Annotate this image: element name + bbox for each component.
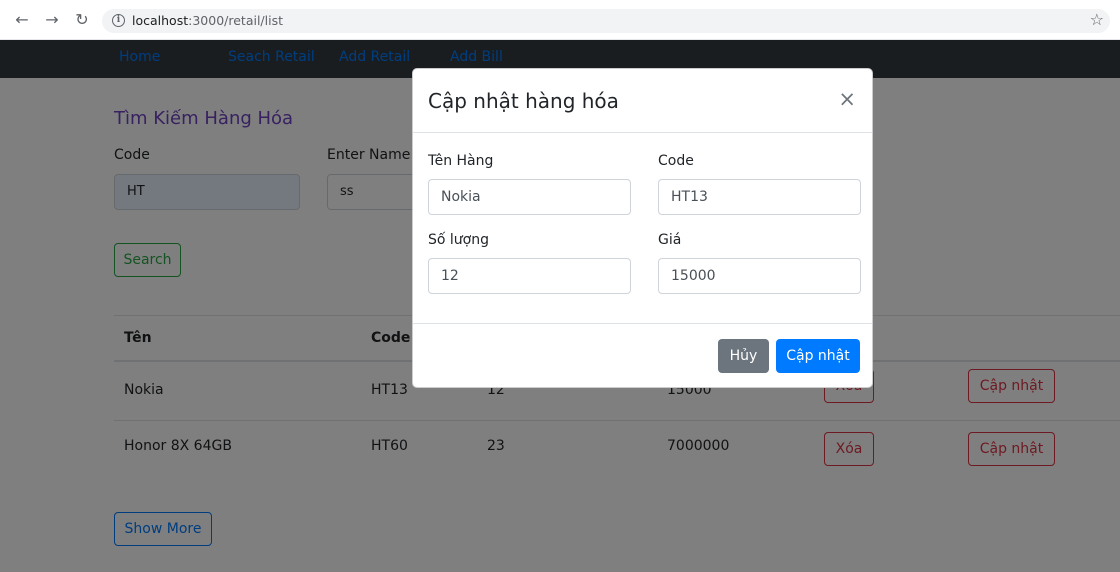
forward-arrow-icon[interactable]: → bbox=[42, 10, 62, 30]
url-host: localhost bbox=[132, 13, 189, 28]
quantity-label: Số lượng bbox=[428, 232, 489, 248]
close-icon[interactable]: × bbox=[838, 87, 856, 111]
bookmark-star-icon[interactable]: ☆ bbox=[1090, 10, 1104, 29]
reload-icon[interactable]: ↻ bbox=[72, 10, 92, 30]
url-path: :3000/retail/list bbox=[188, 13, 283, 28]
browser-toolbar: ← → ↻ i localhost:3000/retail/list ☆ bbox=[0, 0, 1120, 40]
modal-footer-divider bbox=[413, 323, 872, 324]
price-label: Giá bbox=[658, 232, 682, 248]
modal-title: Cập nhật hàng hóa bbox=[428, 89, 619, 113]
address-bar[interactable]: i localhost:3000/retail/list bbox=[102, 9, 1110, 33]
info-icon[interactable]: i bbox=[112, 14, 125, 27]
back-arrow-icon[interactable]: ← bbox=[12, 10, 32, 30]
quantity-input[interactable]: 12 bbox=[428, 258, 631, 294]
product-code-input[interactable]: HT13 bbox=[658, 179, 861, 215]
price-input[interactable]: 15000 bbox=[658, 258, 861, 294]
modal-header: Cập nhật hàng hóa × bbox=[413, 69, 872, 133]
cancel-button[interactable]: Hủy bbox=[718, 339, 769, 373]
product-name-input[interactable]: Nokia bbox=[428, 179, 631, 215]
update-modal: Cập nhật hàng hóa × Tên Hàng Nokia Code … bbox=[412, 68, 873, 388]
product-code-label: Code bbox=[658, 153, 694, 169]
submit-update-button[interactable]: Cập nhật bbox=[776, 339, 860, 373]
product-name-label: Tên Hàng bbox=[428, 153, 494, 169]
